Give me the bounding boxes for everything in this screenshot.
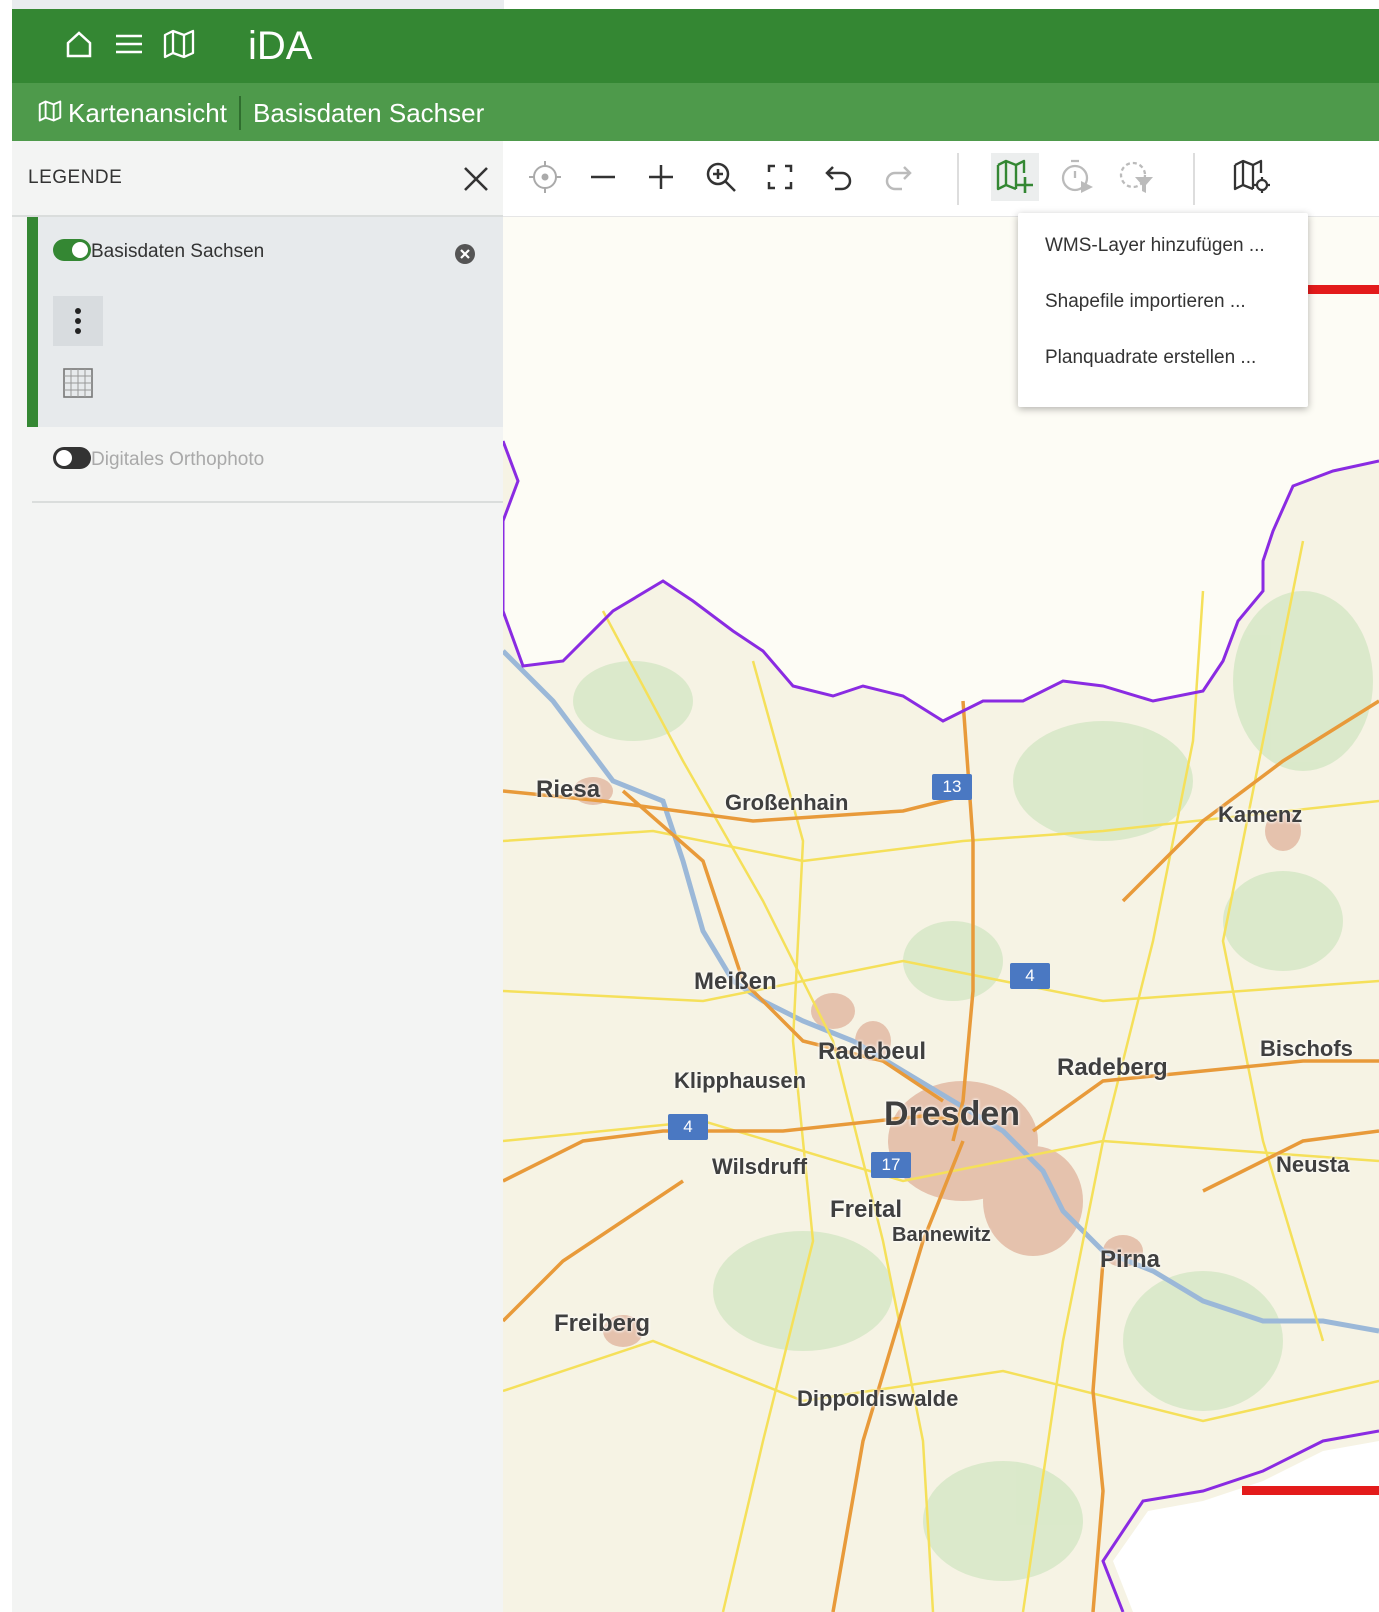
place-label: Großenhain: [725, 790, 849, 815]
zoom-out-icon[interactable]: [579, 153, 627, 201]
legend-panel: LEGENDE Basisdaten Sachsen Digitales Ort…: [12, 141, 503, 1612]
add-layer-menu: WMS-Layer hinzufügen ... Shapefile impor…: [1018, 213, 1308, 407]
place-label: Freital: [830, 1196, 903, 1223]
breadcrumb-basisdaten[interactable]: Basisdaten Sachser: [253, 98, 484, 129]
grid-icon[interactable]: [62, 367, 94, 399]
redo-icon[interactable]: [874, 153, 922, 201]
breadcrumb-label: Kartenansicht: [68, 97, 227, 128]
remove-layer-icon[interactable]: [454, 243, 476, 265]
breadcrumb-kartenansicht[interactable]: Kartenansicht: [38, 98, 227, 129]
toolbar-separator: [1193, 153, 1195, 205]
road-badge: 4: [668, 1114, 708, 1140]
home-icon[interactable]: [62, 27, 96, 61]
close-icon[interactable]: [460, 163, 492, 195]
place-label: Klipphausen: [674, 1068, 807, 1093]
map-land: [503, 441, 1379, 1612]
layer-name: Digitales Orthophoto: [91, 449, 265, 470]
map-icon[interactable]: [162, 27, 196, 61]
place-label: Kamenz: [1218, 802, 1303, 827]
map-toolbar: [503, 141, 1379, 217]
layer-toggle[interactable]: [53, 239, 91, 261]
breadcrumb-label: Basisdaten Sachser: [252, 97, 485, 128]
place-label: Bannewitz: [892, 1224, 991, 1246]
breadcrumb-separator: [238, 96, 241, 130]
toolbar-separator: [957, 153, 959, 205]
legend-title: LEGENDE: [28, 167, 123, 188]
layer-item-basisdaten: Basisdaten Sachsen: [27, 217, 503, 427]
map-icon: [38, 98, 62, 129]
place-label: Pirna: [1100, 1246, 1161, 1273]
place-label: Meißen: [694, 968, 777, 995]
place-label: Neusta: [1276, 1152, 1350, 1177]
menu-item-shapefile-import[interactable]: Shapefile importieren ...: [1045, 291, 1246, 313]
app-bar-icons: [62, 27, 196, 61]
place-label: Radebeul: [818, 1038, 927, 1065]
place-label: Wilsdruff: [712, 1154, 808, 1179]
place-label-main: Dresden: [884, 1095, 1021, 1133]
layer-name: Basisdaten Sachsen: [91, 241, 265, 262]
place-label: Freiberg: [554, 1310, 651, 1337]
zoom-in-icon[interactable]: [637, 153, 685, 201]
layer-options-button[interactable]: [53, 296, 103, 346]
layer-toggle[interactable]: [53, 447, 91, 469]
place-label: Dippoldiswalde: [797, 1386, 959, 1411]
time-play-icon[interactable]: [1053, 153, 1101, 201]
road-badge: 13: [932, 774, 972, 800]
layer-item-orthophoto: Digitales Orthophoto: [32, 429, 503, 503]
fullscreen-icon[interactable]: [756, 153, 804, 201]
app-bar: iDA: [12, 0, 1379, 83]
kebab-icon: [75, 308, 81, 334]
red-annotation-mark: [1242, 1486, 1379, 1495]
place-label: Radeberg: [1057, 1054, 1168, 1081]
place-label: Bischofs: [1260, 1036, 1353, 1061]
app-bar-top-edge: [12, 0, 504, 9]
legend-header: LEGENDE: [12, 141, 503, 217]
map-settings-icon[interactable]: [1228, 153, 1276, 201]
locate-icon[interactable]: [521, 153, 569, 201]
place-label: Riesa: [536, 776, 601, 803]
filter-selection-icon[interactable]: [1112, 153, 1160, 201]
menu-icon[interactable]: [112, 27, 146, 61]
road-badge: 17: [871, 1152, 911, 1178]
add-layer-icon[interactable]: [991, 153, 1039, 201]
menu-item-planquadrate[interactable]: Planquadrate erstellen ...: [1045, 347, 1256, 369]
menu-item-wms-layer[interactable]: WMS-Layer hinzufügen ...: [1045, 235, 1265, 257]
road-badge: 4: [1010, 963, 1050, 989]
magnify-plus-icon[interactable]: [697, 153, 745, 201]
undo-icon[interactable]: [815, 153, 863, 201]
app-title: iDA: [248, 24, 313, 68]
breadcrumb: Kartenansicht Basisdaten Sachser: [38, 93, 484, 133]
breadcrumb-bar: Kartenansicht Basisdaten Sachser: [12, 83, 1379, 141]
